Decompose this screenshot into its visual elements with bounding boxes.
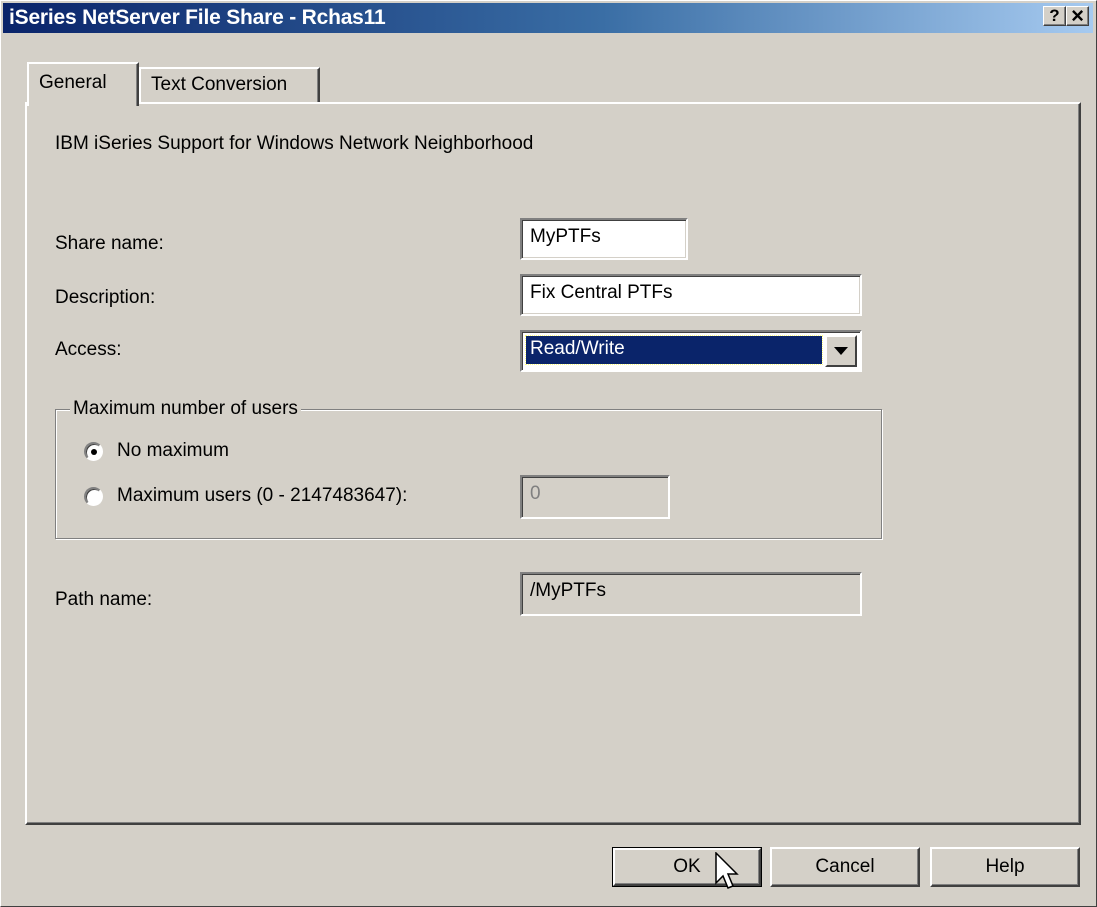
- tab-general[interactable]: General: [27, 62, 139, 106]
- tab-text-conversion[interactable]: Text Conversion: [139, 67, 320, 104]
- general-tab-panel: [25, 102, 1081, 825]
- help-button[interactable]: Help: [930, 847, 1080, 887]
- tab-text-conversion-label: Text Conversion: [151, 74, 288, 95]
- cancel-button-label: Cancel: [815, 856, 875, 877]
- cancel-button[interactable]: Cancel: [770, 847, 920, 887]
- help-title-button[interactable]: ?: [1043, 6, 1066, 26]
- tab-general-label: General: [39, 72, 107, 93]
- window-title: iSeries NetServer File Share - Rchas11: [9, 6, 386, 29]
- title-bar[interactable]: iSeries NetServer File Share - Rchas11: [3, 3, 1093, 33]
- help-button-label: Help: [985, 856, 1025, 877]
- close-icon: ×: [1071, 3, 1084, 28]
- close-title-button[interactable]: ×: [1066, 3, 1089, 28]
- mouse-pointer-icon: [715, 852, 739, 889]
- ok-button-label: OK: [673, 856, 701, 877]
- help-question-icon: ?: [1049, 6, 1060, 25]
